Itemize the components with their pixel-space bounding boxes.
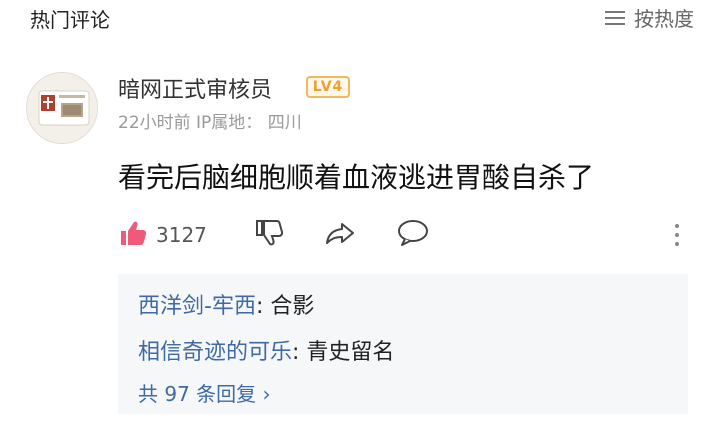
reply-separator: :	[292, 340, 307, 365]
like-count: 3127	[156, 223, 207, 247]
sort-lines-icon	[604, 9, 626, 27]
sort-button[interactable]: 按热度	[604, 3, 694, 32]
reply-item[interactable]: 相信奇迹的可乐: 青史留名	[138, 334, 394, 366]
like-button[interactable]: 3127	[118, 218, 207, 252]
view-more-replies-link[interactable]: 共 97 条回复 ›	[138, 378, 271, 407]
reply-item[interactable]: 西洋剑-牢西: 合影	[138, 288, 314, 320]
reply-button[interactable]	[396, 218, 430, 252]
comments-header: 热门评论 按热度	[0, 0, 720, 40]
thumbs-down-icon	[254, 218, 284, 252]
sort-label: 按热度	[634, 7, 694, 31]
share-arrow-icon	[324, 218, 356, 252]
username[interactable]: 暗网正式审核员	[118, 72, 272, 104]
comment-meta: 22小时前 IP属地： 四川	[118, 108, 302, 133]
reply-separator: :	[255, 294, 271, 319]
thumbs-up-filled-icon	[118, 218, 148, 252]
level-badge: LV4	[306, 76, 350, 98]
reply-username[interactable]: 西洋剑-牢西	[138, 294, 256, 319]
reply-text: 合影	[270, 294, 315, 319]
chat-bubble-icon	[396, 218, 430, 252]
dislike-button[interactable]	[254, 218, 284, 252]
vertical-dots-icon	[672, 222, 682, 252]
comment-time: 22小时前	[118, 113, 191, 133]
more-options-button[interactable]	[672, 222, 682, 252]
share-button[interactable]	[324, 218, 356, 252]
comment-actions: 3127	[118, 218, 698, 258]
avatar[interactable]	[26, 72, 98, 144]
ip-location: 四川	[267, 113, 302, 133]
comment-text: 看完后脑细胞顺着血液逃进胃酸自杀了	[118, 161, 595, 194]
reply-username[interactable]: 相信奇迹的可乐	[138, 340, 292, 365]
reply-text: 青史留名	[306, 340, 395, 365]
replies-panel: 西洋剑-牢西: 合影 相信奇迹的可乐: 青史留名 共 97 条回复 ›	[118, 274, 688, 414]
ip-label: IP属地：	[196, 113, 263, 133]
section-title: 热门评论	[30, 8, 110, 32]
